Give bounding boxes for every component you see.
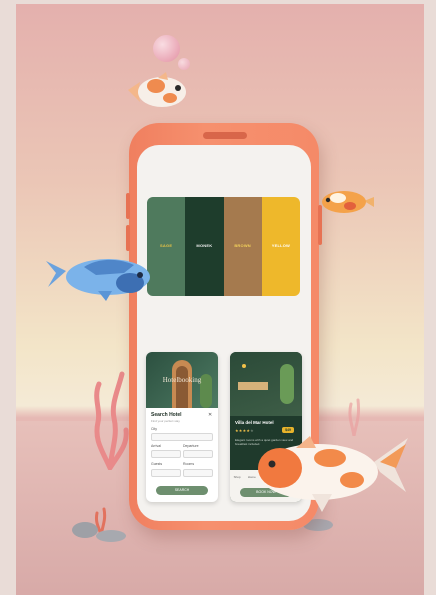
departure-field[interactable] xyxy=(183,450,213,458)
field-label-departure: Departure xyxy=(183,444,199,448)
search-button[interactable]: SEARCH xyxy=(156,486,208,495)
swatch-monek: MONEK xyxy=(185,197,224,296)
stone-1 xyxy=(72,522,98,538)
search-hotel-card: Hotelbooking Search Hotel Find your perf… xyxy=(146,352,218,502)
field-label-city: City xyxy=(151,427,158,431)
arrival-field[interactable] xyxy=(151,450,181,458)
field-label-arrival: Arrival xyxy=(151,444,161,448)
hero-image: Hotelbooking xyxy=(146,352,218,408)
card-heading: Search Hotel xyxy=(151,412,182,418)
hotel-photo xyxy=(230,352,302,416)
hotel-name: Villa del Mar Hotel xyxy=(235,420,274,425)
hotel-plant xyxy=(280,364,294,404)
card-subheading: Find your perfect stay xyxy=(151,419,180,423)
swatch-yellow: YELLOW xyxy=(261,197,300,296)
hero-title: Hotelbooking xyxy=(162,376,202,384)
nav-item[interactable]: Shop xyxy=(234,475,241,479)
fish-koi-orange-small xyxy=(322,191,374,213)
stone-2 xyxy=(96,530,126,542)
rating-stars: ★★★★★ xyxy=(235,428,254,433)
swatch-label: BROWN xyxy=(234,243,251,248)
hotel-lamp xyxy=(242,364,246,368)
city-field[interactable] xyxy=(151,433,213,441)
guests-stepper[interactable] xyxy=(151,469,181,477)
swatch-label: YELLOW xyxy=(271,243,291,248)
phone-speaker xyxy=(203,132,247,139)
fish-koi-white xyxy=(128,72,186,107)
field-label-rooms: Rooms xyxy=(183,462,195,466)
coral-right xyxy=(348,398,360,436)
hotel-sign xyxy=(238,382,268,390)
fish-blue xyxy=(46,259,150,301)
nav-item[interactable]: Home xyxy=(248,475,256,479)
scene: SAGE MONEK BROWN YELLOW Hotelbooking Sea… xyxy=(0,0,436,595)
color-palette: SAGE MONEK BROWN YELLOW xyxy=(147,197,300,296)
swatch-brown: BROWN xyxy=(223,197,262,296)
arch-door-inner xyxy=(176,366,188,408)
close-icon[interactable]: ✕ xyxy=(208,412,212,418)
bubble-small xyxy=(178,58,190,70)
phone-side-button xyxy=(126,193,130,219)
coral-left xyxy=(94,371,129,470)
fish-koi-large xyxy=(258,436,408,512)
swatch-label: MONEK xyxy=(196,243,213,248)
rooms-stepper[interactable] xyxy=(183,469,213,477)
field-label-guests: Guests xyxy=(151,462,163,466)
bubble-large xyxy=(153,35,180,62)
